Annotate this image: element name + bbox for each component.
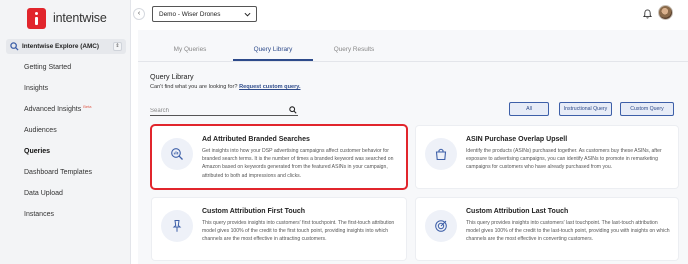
sidebar-item-label: Getting Started — [24, 64, 72, 71]
card-description: Identify the products (ASINs) purchased … — [466, 148, 662, 171]
account-select-value: Demo - Wiser Drones — [159, 10, 221, 18]
brand-name: intentwise — [53, 11, 107, 25]
query-card-custom-attribution-last-touch[interactable]: Custom Attribution Last Touch This query… — [416, 198, 678, 260]
search-input[interactable] — [150, 106, 285, 115]
bell-icon[interactable] — [643, 9, 652, 19]
expand-icon[interactable]: ⇕ — [113, 42, 122, 51]
sidebar-item-advanced-insights[interactable]: Advanced Insights Beta — [0, 99, 131, 120]
filter-all-button[interactable]: All — [509, 102, 549, 116]
search-field[interactable] — [150, 106, 298, 116]
sidebar-nav: Getting Started Insights Advanced Insigh… — [0, 57, 131, 225]
sidebar-item-instances[interactable]: Instances — [0, 204, 131, 225]
tab-query-results[interactable]: Query Results — [323, 46, 385, 61]
sidebar-item-label: Dashboard Templates — [24, 169, 92, 176]
account-select[interactable]: Demo - Wiser Drones — [152, 6, 257, 22]
search-icon — [10, 42, 19, 51]
sidebar-item-insights[interactable]: Insights — [0, 78, 131, 99]
collapse-sidebar-button[interactable]: ‹ — [133, 8, 145, 20]
sidebar-item-label: Data Upload — [24, 190, 63, 197]
main-panel: My Queries Query Library Query Results Q… — [138, 30, 688, 264]
search-icon[interactable] — [289, 106, 297, 114]
query-card-ad-attributed-branded-searches[interactable]: Ad Attributed Branded Searches Get insig… — [152, 126, 406, 188]
sidebar-item-label: Queries — [24, 148, 51, 155]
sidebar-item-label: Advanced Insights — [24, 106, 82, 113]
sidebar-item-label: Insights — [24, 85, 49, 92]
query-card-custom-attribution-first-touch[interactable]: Custom Attribution First Touch This quer… — [152, 198, 406, 260]
card-description: Get insights into how your DSP advertisi… — [202, 148, 394, 179]
custom-query-prompt: Can't find what you are looking for? Req… — [150, 84, 301, 90]
card-description: This query provides insights into custom… — [466, 220, 670, 243]
pin-icon — [161, 210, 193, 242]
card-title: Custom Attribution Last Touch — [466, 208, 569, 215]
workspace-switcher[interactable]: Intentwise Explore (AMC) ⇕ — [6, 39, 126, 54]
card-title: ASIN Purchase Overlap Upsell — [466, 136, 568, 143]
avatar[interactable] — [658, 5, 673, 20]
card-title: Custom Attribution First Touch — [202, 208, 306, 215]
filter-instructional-button[interactable]: Instructional Query — [559, 102, 612, 116]
sidebar-item-data-upload[interactable]: Data Upload — [0, 183, 131, 204]
query-card-asin-purchase-overlap-upsell[interactable]: ASIN Purchase Overlap Upsell Identify th… — [416, 126, 678, 188]
search-chart-icon — [161, 138, 193, 170]
custom-query-prompt-text: Can't find what you are looking for? — [150, 84, 238, 90]
brand-logo-icon — [27, 7, 46, 29]
sidebar-item-label: Audiences — [24, 127, 57, 134]
sidebar: intentwise Intentwise Explore (AMC) ⇕ Ge… — [0, 0, 131, 264]
workspace-label: Intentwise Explore (AMC) — [22, 43, 100, 50]
sidebar-item-getting-started[interactable]: Getting Started — [0, 57, 131, 78]
query-tabs: My Queries Query Library Query Results — [138, 30, 688, 62]
shopping-bag-icon — [425, 138, 457, 170]
filter-custom-button[interactable]: Custom Query — [620, 102, 674, 116]
target-icon — [425, 210, 457, 242]
beta-badge: Beta — [83, 104, 92, 109]
sidebar-item-audiences[interactable]: Audiences — [0, 120, 131, 141]
chevron-down-icon — [244, 12, 251, 17]
card-title: Ad Attributed Branded Searches — [202, 136, 310, 143]
tab-my-queries[interactable]: My Queries — [160, 46, 220, 61]
sidebar-item-queries[interactable]: Queries — [0, 141, 131, 162]
active-tab-indicator — [233, 59, 313, 61]
card-description: This query provides insights into custom… — [202, 220, 395, 243]
request-custom-query-link[interactable]: Request custom query. — [239, 84, 300, 90]
brand-logo[interactable]: intentwise — [27, 7, 107, 29]
page-title: Query Library — [150, 72, 194, 81]
sidebar-item-dashboard-templates[interactable]: Dashboard Templates — [0, 162, 131, 183]
top-bar: ‹ Demo - Wiser Drones — [131, 0, 688, 30]
sidebar-item-label: Instances — [24, 211, 54, 218]
